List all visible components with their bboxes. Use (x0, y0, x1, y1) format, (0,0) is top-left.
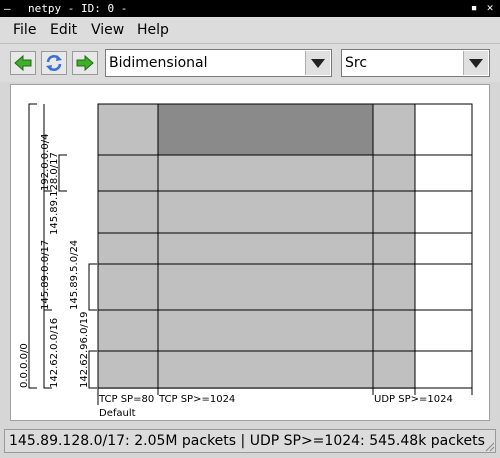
field-dropdown-arrow[interactable] (463, 51, 488, 75)
column-label-tcp-80: TCP SP=80 (98, 394, 154, 405)
field-select-value: Src (345, 55, 368, 71)
tree-bracket-145-5 (88, 263, 97, 311)
cell-col1-row1[interactable] (98, 104, 158, 155)
cell-block-lower[interactable] (98, 155, 415, 389)
refresh-icon (46, 55, 62, 71)
tree-bracket-142-96 (88, 350, 97, 389)
mode-select[interactable]: Bidimensional (105, 49, 332, 77)
status-bar: 145.89.128.0/17: 2.05M packets | UDP SP>… (4, 429, 496, 453)
resize-grip-icon[interactable] (483, 440, 495, 452)
window-menu-button[interactable]: — (4, 2, 11, 15)
tree-label-142-62-96[interactable]: 142.62.96.0/19 (79, 311, 90, 388)
menu-help[interactable]: Help (137, 22, 169, 38)
status-text: 145.89.128.0/17: 2.05M packets | UDP SP>… (9, 433, 485, 449)
close-button[interactable]: ✕ (483, 1, 497, 15)
tree-bracket-root (28, 103, 37, 389)
tree-label-145-89-5[interactable]: 145.89.5.0/24 (69, 240, 80, 310)
menu-file[interactable]: File (13, 22, 36, 38)
column-label-udp-1024: UDP SP>=1024 (374, 394, 453, 405)
tree-label-145-89[interactable]: 145.89.0.0/17 (40, 240, 51, 310)
field-select[interactable]: Src (341, 49, 490, 77)
bidimensional-view[interactable]: TCP SP=80 TCP SP>=1024 UDP SP>=1024 Defa… (10, 84, 490, 421)
chevron-down-icon (311, 59, 325, 68)
title-bar: — netpy - ID: 0 - ▪ ✕ (0, 0, 500, 17)
tree-bracket-145-128 (58, 154, 67, 192)
mode-dropdown-arrow[interactable] (305, 51, 330, 75)
minimize-button[interactable]: ▪ (467, 1, 481, 15)
column-label-default: Default (99, 408, 136, 419)
back-button[interactable] (10, 51, 36, 75)
tree-label-145-89-128[interactable]: 145.89.128.0/17 (49, 152, 60, 235)
cell-col3-row1[interactable] (373, 104, 415, 155)
refresh-button[interactable] (41, 51, 67, 75)
arrow-left-icon (14, 54, 32, 72)
mode-select-value: Bidimensional (109, 55, 208, 71)
chevron-down-icon (469, 59, 483, 68)
window-title: netpy - ID: 0 - (28, 2, 128, 15)
bidimensional-grid[interactable]: TCP SP=80 TCP SP>=1024 UDP SP>=1024 Defa… (11, 85, 489, 420)
arrow-right-icon (76, 54, 94, 72)
toolbar: Bidimensional Src (0, 44, 500, 82)
menu-view[interactable]: View (91, 22, 124, 38)
menu-bar: File Edit View Help (0, 17, 500, 44)
tree-label-142-62[interactable]: 142.62.0.0/16 (49, 318, 60, 388)
menu-edit[interactable]: Edit (50, 22, 77, 38)
cell-col2-row1[interactable] (158, 104, 373, 155)
forward-button[interactable] (72, 51, 98, 75)
tree-label-root[interactable]: 0.0.0.0/0 (19, 343, 30, 388)
column-label-tcp-1024: TCP SP>=1024 (158, 394, 235, 405)
